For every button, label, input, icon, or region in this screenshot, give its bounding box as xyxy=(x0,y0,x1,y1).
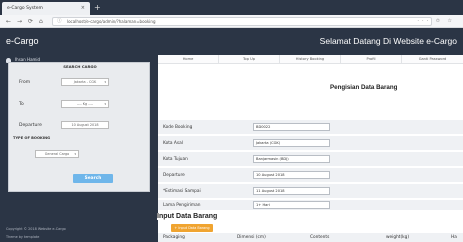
to-select-value: ---- Kg ---- xyxy=(76,102,94,106)
toolbar-menu-icons[interactable]: ··· ✩ ☆ xyxy=(417,16,455,27)
kode-booking-field[interactable]: BD0022 xyxy=(253,123,330,131)
footer-theme: Theme by template xyxy=(6,235,40,239)
from-select[interactable]: Jakarta - CGK ▾ xyxy=(61,78,109,86)
lama-pengiriman-field[interactable]: 1+ Hari xyxy=(253,201,330,209)
form-row-kode-booking: Kode Booking BD0022 xyxy=(158,120,463,135)
col-ha: Ha xyxy=(451,235,457,240)
departure-date-value: 10 August 2018 xyxy=(71,123,99,127)
to-row: To ---- Kg ---- ▾ xyxy=(15,98,145,111)
footer-copyright: Copyright © 2018 Website e-Cargo xyxy=(6,227,66,231)
form-row-departure: Departure 10 August 2018 xyxy=(158,168,463,183)
input-data-title: Input Data Barang xyxy=(157,213,220,220)
site-info-icon[interactable]: ⓘ xyxy=(57,18,62,26)
estimasi-sampai-field[interactable]: 11 August 2018 xyxy=(253,187,330,195)
close-tab-icon[interactable]: × xyxy=(81,2,85,15)
search-cargo-title: SEARCH CARGO xyxy=(63,64,97,69)
form-row-kota-tujuan: Kota Tujuan Banjarmasin (BDJ) xyxy=(158,152,463,167)
search-cargo-panel: SEARCH CARGO From Jakarta - CGK ▾ To ----… xyxy=(8,62,150,192)
departure-date-input[interactable]: 10 August 2018 xyxy=(61,121,109,129)
home-icon[interactable]: ⌂ xyxy=(39,16,43,27)
kota-asal-field[interactable]: Jakarta (CGK) xyxy=(253,139,330,147)
chevron-down-icon: ▾ xyxy=(104,80,106,84)
form-row-kota-asal: Kota Asal Jakarta (CGK) xyxy=(158,136,463,151)
form-row-lama-pengiriman: Lama Pengiriman 1+ Hari xyxy=(158,200,463,211)
welcome-text: Selamat Datang Di Website e-Cargo xyxy=(319,36,457,46)
page-title: Pengisian Data Barang xyxy=(330,84,398,91)
from-select-value: Jakarta - CGK xyxy=(73,80,97,84)
to-select[interactable]: ---- Kg ---- ▾ xyxy=(61,100,109,108)
address-bar[interactable]: ⓘ localhost/e-cargo/admin/?halaman=booki… xyxy=(52,17,432,26)
new-tab-icon[interactable]: + xyxy=(94,2,101,13)
chevron-down-icon: ▾ xyxy=(74,152,76,156)
departure-form-label: Departure xyxy=(163,173,185,178)
to-label: To xyxy=(19,102,24,107)
tab-title: e-Cargo System xyxy=(7,6,43,11)
nav-item-history-booking[interactable]: History Booking xyxy=(280,55,341,64)
nav-item-home[interactable]: Home xyxy=(158,55,219,64)
booking-type-value: General Cargo xyxy=(44,152,70,156)
back-icon[interactable]: ← xyxy=(6,16,11,27)
kota-tujuan-label: Kota Tujuan xyxy=(163,157,188,162)
kota-tujuan-field[interactable]: Banjarmasin (BDJ) xyxy=(253,155,330,163)
kota-asal-label: Kota Asal xyxy=(163,141,183,146)
barang-table-header: Packaging Dimensi (cm) Contents weight(k… xyxy=(158,233,463,242)
nav-item-top-up[interactable]: Top Up xyxy=(219,55,280,64)
browser-toolbar: ← → ⟳ ⌂ ⓘ localhost/e-cargo/admin/?halam… xyxy=(0,15,463,28)
col-packaging: Packaging xyxy=(163,235,185,240)
col-contents: Contents xyxy=(310,235,330,240)
col-dimensi: Dimensi (cm) xyxy=(237,235,266,240)
search-button[interactable]: Search xyxy=(73,174,113,183)
nav-item-profil[interactable]: Profil xyxy=(341,55,402,64)
booking-type-title: TYPE OF BOOKING xyxy=(13,136,51,140)
estimasi-sampai-label: *Estimasi Sampai xyxy=(163,189,201,194)
form-row-estimasi-sampai: *Estimasi Sampai 11 August 2018 xyxy=(158,184,463,199)
kode-booking-label: Kode Booking xyxy=(163,125,193,130)
browser-tab-strip: e-Cargo System × + xyxy=(0,0,463,15)
departure-row: Departure 10 August 2018 xyxy=(15,119,145,132)
site-header: e-Cargo Selamat Datang Di Website e-Carg… xyxy=(0,28,463,55)
browser-tab[interactable]: e-Cargo System × xyxy=(2,2,90,15)
departure-label: Departure xyxy=(19,123,42,128)
site-logo[interactable]: e-Cargo xyxy=(6,28,39,55)
reload-icon[interactable]: ⟳ xyxy=(28,16,33,27)
main-nav: Home Top Up History Booking Profil Ganti… xyxy=(158,55,463,64)
chevron-down-icon: ▾ xyxy=(104,102,106,106)
url-text: localhost/e-cargo/admin/?halaman=booking xyxy=(67,19,156,24)
nav-item-ganti-password[interactable]: Ganti Password xyxy=(402,55,463,64)
add-data-barang-button[interactable]: + Input Data Barang xyxy=(171,224,213,232)
booking-type-select[interactable]: General Cargo ▾ xyxy=(35,150,79,158)
forward-icon[interactable]: → xyxy=(17,16,22,27)
from-row: From Jakarta - CGK ▾ xyxy=(15,76,145,89)
departure-form-field[interactable]: 10 August 2018 xyxy=(253,171,330,179)
lama-pengiriman-label: Lama Pengiriman xyxy=(163,203,201,208)
sidebar: Ihsan Hamid SEARCH CARGO From Jakarta - … xyxy=(0,55,158,242)
col-weight: weight(kg) xyxy=(386,235,410,240)
from-label: From xyxy=(19,80,31,85)
